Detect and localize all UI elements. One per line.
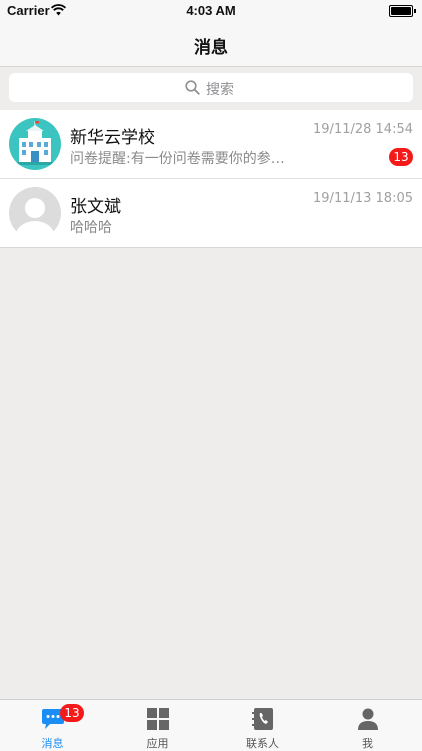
tab-bar: 13 消息 应用 联系人 我 (0, 699, 422, 751)
default-user-avatar (9, 187, 61, 239)
conversation-timestamp: 19/11/28 14:54 (313, 122, 413, 137)
battery-icon (389, 5, 416, 17)
school-avatar (9, 118, 61, 170)
contacts-book-icon (252, 708, 273, 730)
conversation-preview: 问卷提醒:有一份问卷需要你的参… (70, 151, 285, 167)
tab-contacts[interactable]: 联系人 (210, 700, 315, 751)
conversation-name: 新华云学校 (70, 128, 155, 148)
status-bar: Carrier 4:03 AM (0, 0, 422, 22)
conversation-list: 新华云学校 问卷提醒:有一份问卷需要你的参… 19/11/28 14:54 13… (0, 110, 422, 248)
tab-unread-badge: 13 (60, 704, 84, 722)
conversation-preview: 哈哈哈 (70, 220, 112, 236)
conversation-row[interactable]: 新华云学校 问卷提醒:有一份问卷需要你的参… 19/11/28 14:54 13 (0, 110, 422, 179)
search-input[interactable]: 搜索 (9, 73, 413, 102)
grid-icon (147, 708, 169, 730)
search-icon (185, 80, 200, 95)
tab-label: 消息 (41, 737, 64, 750)
conversation-timestamp: 19/11/13 18:05 (313, 191, 413, 206)
tab-apps[interactable]: 应用 (105, 700, 210, 751)
tab-label: 应用 (146, 737, 169, 750)
navigation-bar: 消息 (0, 22, 422, 67)
tab-label: 联系人 (246, 737, 279, 750)
clock: 4:03 AM (186, 3, 236, 18)
school-building-icon (9, 118, 61, 170)
page-title: 消息 (194, 38, 228, 58)
search-bar: 搜索 (0, 67, 422, 110)
tab-messages[interactable]: 13 消息 (0, 700, 105, 751)
search-placeholder: 搜索 (206, 82, 234, 98)
tab-me[interactable]: 我 (315, 700, 420, 751)
unread-badge: 13 (389, 148, 413, 166)
tab-label: 我 (362, 737, 373, 750)
conversation-name: 张文斌 (70, 197, 121, 217)
conversation-row[interactable]: 张文斌 哈哈哈 19/11/13 18:05 (0, 179, 422, 248)
person-placeholder-icon (9, 187, 61, 239)
person-icon (358, 708, 378, 730)
